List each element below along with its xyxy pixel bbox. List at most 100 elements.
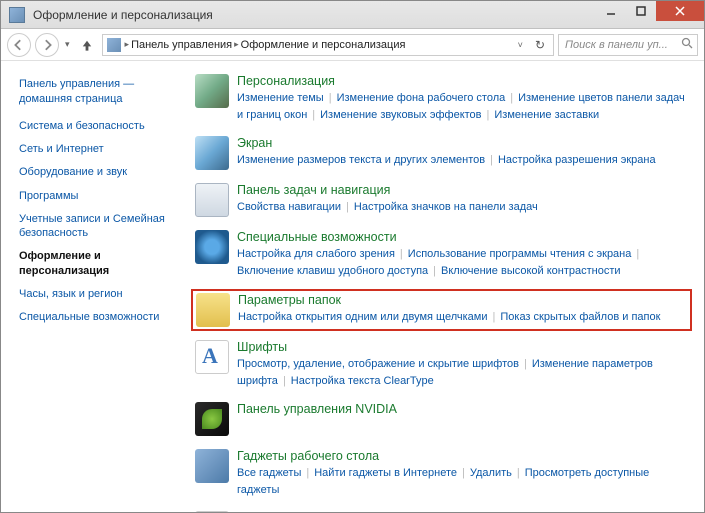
chevron-right-icon[interactable]: ▸ (125, 39, 130, 50)
category-link[interactable]: Изменение звуковых эффектов (320, 109, 481, 121)
category-link[interactable]: Настройка значков на панели задач (354, 201, 538, 213)
category-link[interactable]: Настройка текста ClearType (291, 375, 434, 387)
category: Панель задач и навигация Свойства навигац… (191, 180, 692, 220)
category-link[interactable]: Свойства навигации (237, 201, 341, 213)
category-heading[interactable]: Гаджеты рабочего стола (237, 449, 688, 463)
category-link[interactable]: Включение клавиш удобного доступа (237, 265, 428, 277)
category-link[interactable]: Найти гаджеты в Интернете (314, 467, 457, 479)
category: Гаджеты рабочего стола Все гаджеты | Найти … (191, 446, 692, 501)
sidebar-item[interactable]: Учетные записи и Семейная безопасность (19, 212, 181, 241)
category-link[interactable]: Изменение фона рабочего стола (337, 92, 506, 104)
category-links: Просмотр, удаление, отображение и скрыти… (237, 356, 688, 389)
content: Персонализация Изменение темы | Изменение ф… (191, 61, 704, 512)
link-separator: | (493, 311, 496, 323)
sidebar-item[interactable]: Часы, язык и регион (19, 287, 181, 301)
category-heading[interactable]: Специальные возможности (237, 230, 688, 244)
link-separator: | (329, 92, 332, 104)
sidebar-home[interactable]: Панель управления — домашняя страница (19, 77, 181, 107)
link-separator: | (490, 154, 493, 166)
breadcrumb-dropdown[interactable]: ˅ (518, 40, 523, 50)
up-button[interactable] (76, 34, 98, 56)
history-dropdown[interactable]: ▾ (63, 39, 72, 50)
link-separator: | (462, 467, 465, 479)
category-icon (195, 74, 229, 108)
category-body: Панель управления NVIDIA (237, 402, 688, 436)
category-body: Шрифты Просмотр, удаление, отображение и … (237, 340, 688, 389)
category-heading[interactable]: Меню "Пуск" (237, 511, 688, 512)
search-input[interactable]: Поиск в панели уп... (558, 34, 698, 56)
category-icon (196, 293, 230, 327)
window-title: Оформление и персонализация (33, 8, 213, 22)
category-link[interactable]: Настройка для слабого зрения (237, 248, 395, 260)
link-separator: | (487, 109, 490, 121)
category-link[interactable]: Изменение размеров текста и других элеме… (237, 154, 485, 166)
sidebar-item[interactable]: Оформление и персонализация (19, 249, 181, 278)
link-separator: | (636, 248, 639, 260)
breadcrumb-root[interactable]: Панель управления (131, 39, 232, 51)
link-separator: | (283, 375, 286, 387)
category-link[interactable]: Настройка открытия одним или двумя щелчк… (238, 311, 488, 323)
category: Параметры папок Настройка открытия одним … (191, 289, 692, 331)
back-button[interactable] (7, 33, 31, 57)
category-link[interactable]: Настройка разрешения экрана (498, 154, 656, 166)
minimize-button[interactable] (596, 1, 626, 21)
category-body: Персонализация Изменение темы | Изменение ф… (237, 74, 688, 123)
category-icon (195, 511, 229, 512)
maximize-button[interactable] (626, 1, 656, 21)
navbar: ▾ ▸ Панель управления ▸ Оформление и пер… (1, 29, 704, 61)
category-links: Изменение темы | Изменение фона рабочего с… (237, 90, 688, 123)
sidebar-item[interactable]: Программы (19, 189, 181, 203)
search-icon (681, 37, 693, 52)
category-link[interactable]: Использование программы чтения с экрана (408, 248, 632, 260)
category-icon (195, 183, 229, 217)
category-links: Изменение размеров текста и других элеме… (237, 152, 688, 169)
category-links: Настройка открытия одним или двумя щелчк… (238, 309, 687, 326)
category-heading[interactable]: Экран (237, 136, 688, 150)
sidebar-item[interactable]: Система и безопасность (19, 119, 181, 133)
category-link[interactable]: Показ скрытых файлов и папок (500, 311, 660, 323)
control-panel-icon (9, 7, 25, 23)
category-body: Панель задач и навигация Свойства навигац… (237, 183, 688, 217)
chevron-right-icon[interactable]: ▸ (234, 39, 239, 50)
forward-button[interactable] (35, 33, 59, 57)
category-link[interactable]: Изменение темы (237, 92, 324, 104)
category-heading[interactable]: Персонализация (237, 74, 688, 88)
category-heading[interactable]: Шрифты (237, 340, 688, 354)
breadcrumb-current[interactable]: Оформление и персонализация (241, 39, 406, 51)
category-link[interactable]: Включение высокой контрастности (441, 265, 621, 277)
body: Панель управления — домашняя страница Си… (1, 61, 704, 512)
link-separator: | (433, 265, 436, 277)
sidebar-item[interactable]: Оборудование и звук (19, 165, 181, 179)
link-separator: | (306, 467, 309, 479)
category-link[interactable]: Удалить (470, 467, 512, 479)
category-link[interactable]: Все гаджеты (237, 467, 301, 479)
category-links: Настройка для слабого зрения | Использован… (237, 246, 688, 279)
category-heading[interactable]: Параметры папок (238, 293, 687, 307)
category-link[interactable]: Изменение заставки (494, 109, 599, 121)
category-link[interactable]: Просмотр, удаление, отображение и скрыти… (237, 358, 519, 370)
sidebar-item[interactable]: Сеть и Интернет (19, 142, 181, 156)
link-separator: | (400, 248, 403, 260)
window-controls (596, 1, 704, 21)
category-body: Гаджеты рабочего стола Все гаджеты | Найти … (237, 449, 688, 498)
category: Специальные возможности Настройка для сла… (191, 227, 692, 282)
category-icon (195, 136, 229, 170)
category: Экран Изменение размеров текста и других … (191, 133, 692, 173)
category-heading[interactable]: Панель управления NVIDIA (237, 402, 688, 416)
titlebar: Оформление и персонализация (1, 1, 704, 29)
category-heading[interactable]: Панель задач и навигация (237, 183, 688, 197)
category-icon (195, 230, 229, 264)
category-body: Специальные возможности Настройка для сла… (237, 230, 688, 279)
category-body: Меню "Пуск" (237, 511, 688, 512)
category-body: Экран Изменение размеров текста и других … (237, 136, 688, 170)
breadcrumb[interactable]: ▸ Панель управления ▸ Оформление и персо… (102, 34, 554, 56)
category: Панель управления NVIDIA (191, 399, 692, 439)
search-placeholder: Поиск в панели уп... (565, 39, 668, 51)
category-icon (195, 402, 229, 436)
link-separator: | (346, 201, 349, 213)
refresh-button[interactable]: ↻ (531, 38, 549, 52)
category-links: Свойства навигации | Настройка значков на … (237, 199, 688, 216)
sidebar-item[interactable]: Специальные возможности (19, 310, 181, 324)
link-separator: | (510, 92, 513, 104)
close-button[interactable] (656, 1, 704, 21)
